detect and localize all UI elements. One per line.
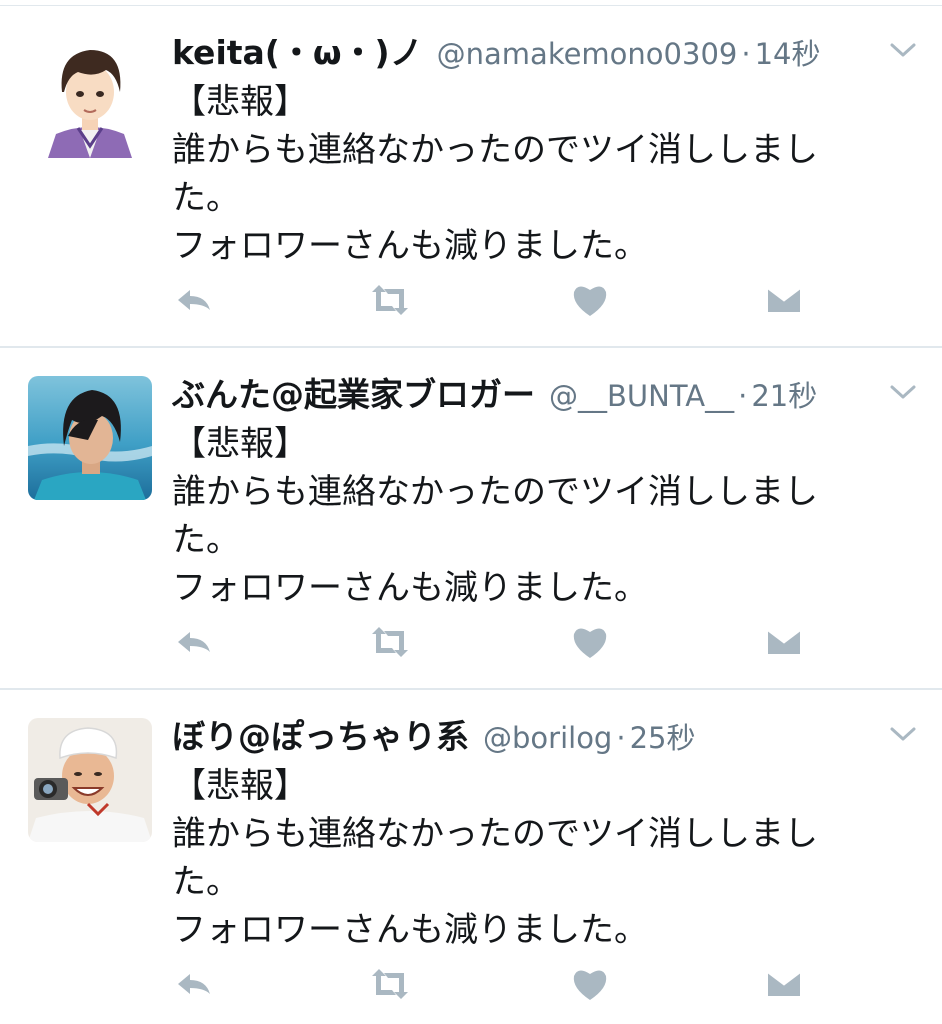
reply-icon[interactable] xyxy=(172,278,216,322)
heart-icon[interactable] xyxy=(568,278,612,322)
timestamp[interactable]: 25秒 xyxy=(630,715,696,757)
tweet-text-line: フォロワーさんも減りました。 xyxy=(172,226,648,266)
tweet-actions xyxy=(172,278,832,328)
tweet[interactable]: ぼり@ぽっちゃり系 @borilog · 25秒 【悲報】 誰からも連絡なかった… xyxy=(0,690,942,1024)
tweet-text-line: フォロワーさんも減りました。 xyxy=(172,568,648,608)
user-handle[interactable]: @namakemono0309 xyxy=(437,37,738,71)
direct-message-icon[interactable] xyxy=(762,620,806,664)
tweet-header: keita(・ω・)ノ @namakemono0309 · 14秒 xyxy=(172,26,872,76)
direct-message-icon[interactable] xyxy=(762,278,806,322)
avatar[interactable] xyxy=(28,376,152,500)
avatar[interactable] xyxy=(28,34,152,158)
timeline: keita(・ω・)ノ @namakemono0309 · 14秒 【悲報】 誰… xyxy=(0,0,942,1024)
tweet-text-line: 【悲報】 xyxy=(172,766,308,806)
tweet-header: ぶんた@起業家ブロガー @__BUNTA__ · 21秒 xyxy=(172,368,872,418)
tweet-text-line: た。 xyxy=(172,862,240,902)
reply-icon[interactable] xyxy=(172,620,216,664)
chevron-down-icon[interactable] xyxy=(888,40,918,60)
tweet-text-line: 【悲報】 xyxy=(172,82,308,122)
tweet-actions xyxy=(172,962,832,1012)
reply-icon[interactable] xyxy=(172,962,216,1006)
tweet-text-line: た。 xyxy=(172,520,240,560)
retweet-icon[interactable] xyxy=(368,278,412,322)
separator-dot: · xyxy=(741,37,751,71)
tweet[interactable]: keita(・ω・)ノ @namakemono0309 · 14秒 【悲報】 誰… xyxy=(0,6,942,348)
heart-icon[interactable] xyxy=(568,962,612,1006)
tweet-text-line: 誰からも連絡なかったのでツイ消ししまし xyxy=(172,472,818,512)
tweet-text-line: た。 xyxy=(172,178,240,218)
direct-message-icon[interactable] xyxy=(762,962,806,1006)
tweet-text: 【悲報】 誰からも連絡なかったのでツイ消ししまし た。 フォロワーさんも減りまし… xyxy=(172,78,872,270)
user-handle[interactable]: @borilog xyxy=(483,721,612,755)
separator-dot: · xyxy=(616,721,626,755)
tweet-text: 【悲報】 誰からも連絡なかったのでツイ消ししまし た。 フォロワーさんも減りまし… xyxy=(172,420,872,612)
tweet-text: 【悲報】 誰からも連絡なかったのでツイ消ししまし た。 フォロワーさんも減りまし… xyxy=(172,762,872,954)
display-name[interactable]: ぶんた@起業家ブロガー xyxy=(172,368,535,416)
tweet-text-line: 【悲報】 xyxy=(172,424,308,464)
chevron-down-icon[interactable] xyxy=(888,724,918,744)
tweet-text-line: フォロワーさんも減りました。 xyxy=(172,910,648,950)
chevron-down-icon[interactable] xyxy=(888,382,918,402)
tweet-actions xyxy=(172,620,832,670)
display-name[interactable]: keita(・ω・)ノ xyxy=(172,26,423,74)
retweet-icon[interactable] xyxy=(368,620,412,664)
tweet-text-line: 誰からも連絡なかったのでツイ消ししまし xyxy=(172,130,818,170)
display-name[interactable]: ぼり@ぽっちゃり系 xyxy=(172,710,469,758)
avatar[interactable] xyxy=(28,718,152,842)
tweet-header: ぼり@ぽっちゃり系 @borilog · 25秒 xyxy=(172,710,872,760)
user-handle[interactable]: @__BUNTA__ xyxy=(549,379,734,413)
timestamp[interactable]: 14秒 xyxy=(755,31,821,73)
avatar-chef-man-image xyxy=(28,718,152,842)
heart-icon[interactable] xyxy=(568,620,612,664)
avatar-anime-man-image xyxy=(28,34,152,158)
tweet-text-line: 誰からも連絡なかったのでツイ消ししまし xyxy=(172,814,818,854)
retweet-icon[interactable] xyxy=(368,962,412,1006)
tweet[interactable]: ぶんた@起業家ブロガー @__BUNTA__ · 21秒 【悲報】 誰からも連絡… xyxy=(0,348,942,690)
avatar-sea-man-image xyxy=(28,376,152,500)
timestamp[interactable]: 21秒 xyxy=(751,373,817,415)
separator-dot: · xyxy=(738,379,748,413)
